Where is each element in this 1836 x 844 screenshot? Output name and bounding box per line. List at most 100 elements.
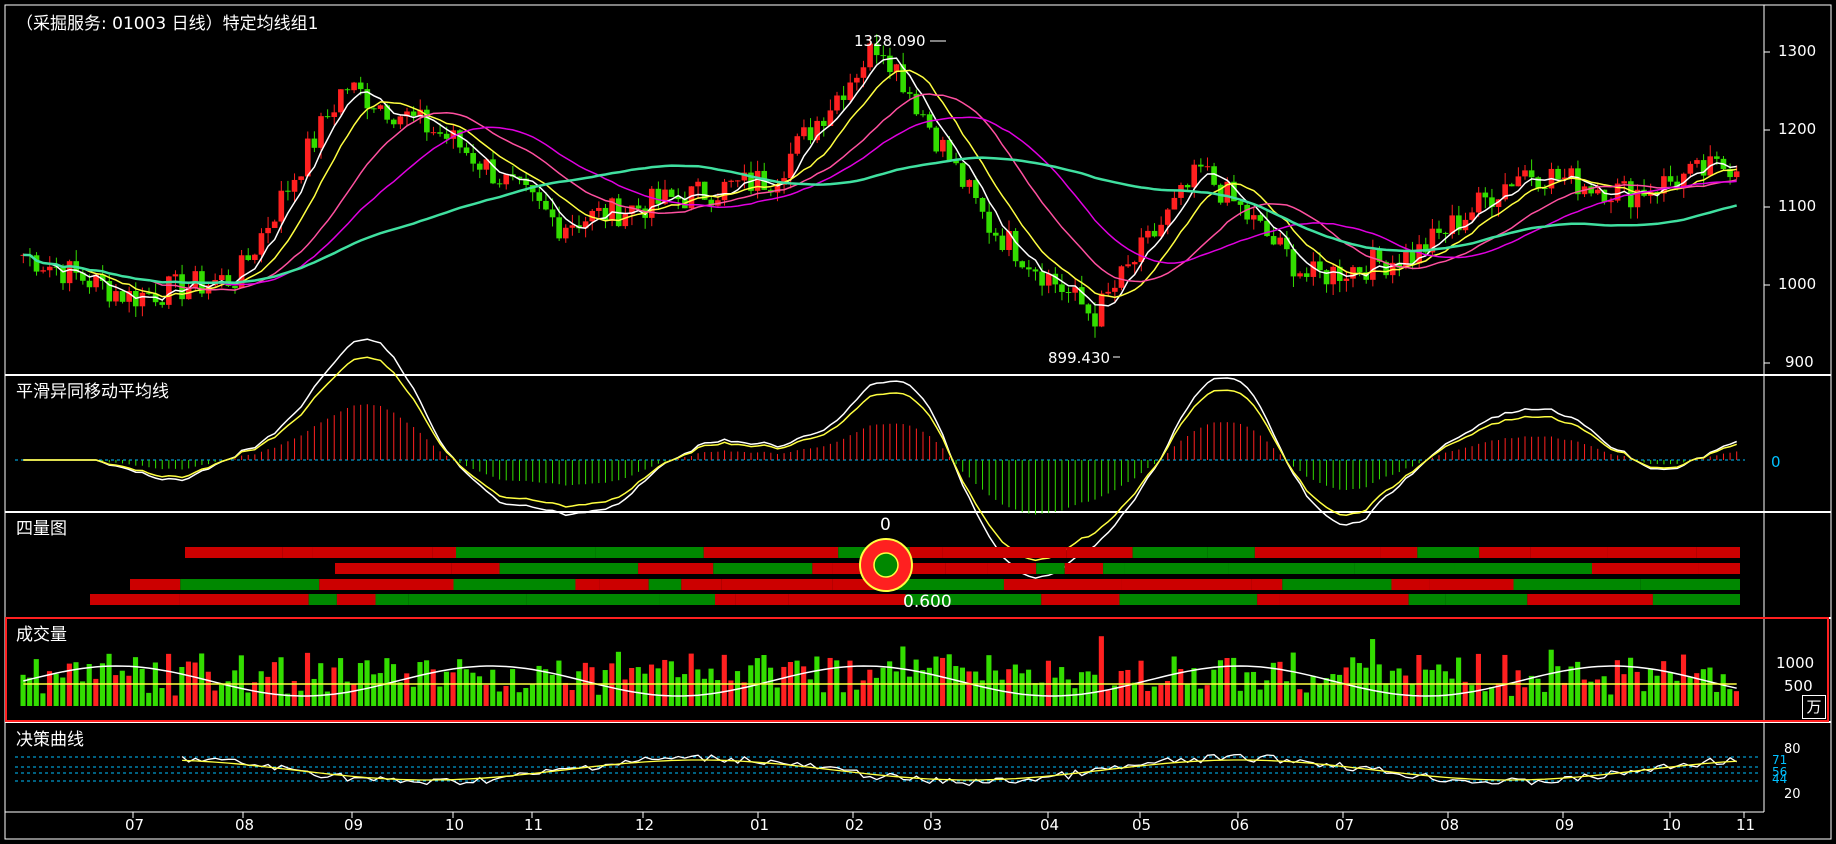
volume-bar <box>1198 688 1204 706</box>
quad-segment <box>648 579 682 590</box>
candle-body <box>801 127 807 137</box>
candle-body <box>1171 197 1178 210</box>
candle-body <box>1303 273 1310 277</box>
quad-segment <box>987 563 1037 574</box>
volume-bar <box>1422 669 1429 706</box>
volume-bar <box>1707 667 1713 706</box>
volume-bar <box>529 684 535 706</box>
volume-bar <box>1330 674 1336 706</box>
volume-bar <box>721 654 727 706</box>
volume-bar <box>768 667 774 706</box>
candle-body <box>252 254 258 260</box>
candle-body <box>1475 192 1482 213</box>
quad-segment <box>1445 594 1528 605</box>
quad-segment <box>432 547 456 558</box>
quad-segment <box>90 594 180 605</box>
volume-bar <box>1403 675 1409 706</box>
volume-bar <box>642 673 648 706</box>
volume-bar <box>1178 668 1184 706</box>
volume-bar <box>324 691 330 706</box>
candle-body <box>906 92 913 94</box>
volume-bar <box>384 658 390 706</box>
volume-bar <box>331 667 337 706</box>
quad-segment <box>1041 594 1120 605</box>
candle-body <box>1436 228 1442 233</box>
candle-body <box>338 89 344 113</box>
volume-bar <box>596 694 602 706</box>
volume-bar <box>992 670 999 706</box>
volume-bar <box>258 671 264 706</box>
candle-body <box>807 127 814 141</box>
volume-tick-1000: 1000 <box>1776 654 1815 672</box>
x-tick-month: 10 <box>1662 816 1682 834</box>
candle-body <box>476 163 483 170</box>
quad-segment <box>659 594 716 605</box>
quad-segment <box>1121 579 1252 590</box>
quad-segment <box>595 547 704 558</box>
outer-frame <box>4 4 1832 840</box>
volume-bar <box>873 677 879 706</box>
candle-body <box>1370 249 1376 280</box>
volume-unit-button[interactable]: 万 <box>1802 695 1826 719</box>
candle-body <box>728 180 734 182</box>
volume-bar <box>1284 681 1290 706</box>
candle-body <box>331 112 338 117</box>
candle-body <box>814 120 820 141</box>
chart-window: （采掘服务: 01003 日线）特定均线组1 1328.090 899.430 … <box>0 0 1836 844</box>
candle-body <box>113 291 119 302</box>
quad-segment <box>526 594 660 605</box>
candle-body <box>920 114 926 116</box>
quad-segment <box>451 563 500 574</box>
quad-segment <box>180 579 320 590</box>
volume-bar <box>774 687 780 706</box>
volume-bar <box>298 690 304 706</box>
volume-bar <box>615 651 621 706</box>
volume-bar <box>179 666 185 706</box>
candle-body <box>503 174 510 185</box>
candle-body <box>119 291 126 302</box>
volume-bar <box>371 674 377 706</box>
candle-body <box>1092 313 1098 327</box>
candle-body <box>1442 232 1449 234</box>
quad-segment <box>713 563 813 574</box>
volume-bar <box>523 687 529 706</box>
candle-body <box>787 153 794 179</box>
volume-bar <box>1449 678 1455 706</box>
volume-bar <box>1727 689 1733 706</box>
candle-body <box>734 180 741 182</box>
volume-bar <box>1608 694 1614 706</box>
volume-bar <box>40 693 46 706</box>
volume-bar <box>1191 668 1197 706</box>
quad-segment <box>703 547 839 558</box>
volume-bar <box>1641 691 1647 706</box>
volume-bar <box>913 659 919 706</box>
volume-bar <box>854 689 860 706</box>
quad-segment <box>721 579 833 590</box>
y-tick-1100: 1100 <box>1778 197 1817 215</box>
candle-body <box>318 116 324 148</box>
quad-segment <box>894 579 1004 590</box>
chart-canvas[interactable] <box>0 0 1836 844</box>
quad-segment <box>1066 547 1133 558</box>
candle-body <box>1131 262 1138 265</box>
quad-segment <box>499 563 639 574</box>
candle-body <box>1032 269 1039 272</box>
volume-bar <box>1614 660 1620 706</box>
volume-bar <box>920 670 926 706</box>
quad-segment <box>179 594 309 605</box>
volume-bar <box>218 684 225 706</box>
candle-body <box>1297 273 1303 277</box>
quad-segment <box>1429 579 1514 590</box>
quad-segment <box>1124 563 1229 574</box>
volume-bar <box>304 652 311 706</box>
volume-bar <box>1039 682 1045 706</box>
volume-bar <box>1078 672 1085 706</box>
quad-segment <box>1704 579 1740 590</box>
volume-bar <box>490 669 496 706</box>
volume-bar <box>1125 669 1131 706</box>
volume-bar <box>1515 670 1521 706</box>
volume-bar <box>1628 657 1634 706</box>
candle-body <box>86 280 93 288</box>
quad-segment <box>1228 563 1355 574</box>
candle-body <box>1714 156 1720 159</box>
